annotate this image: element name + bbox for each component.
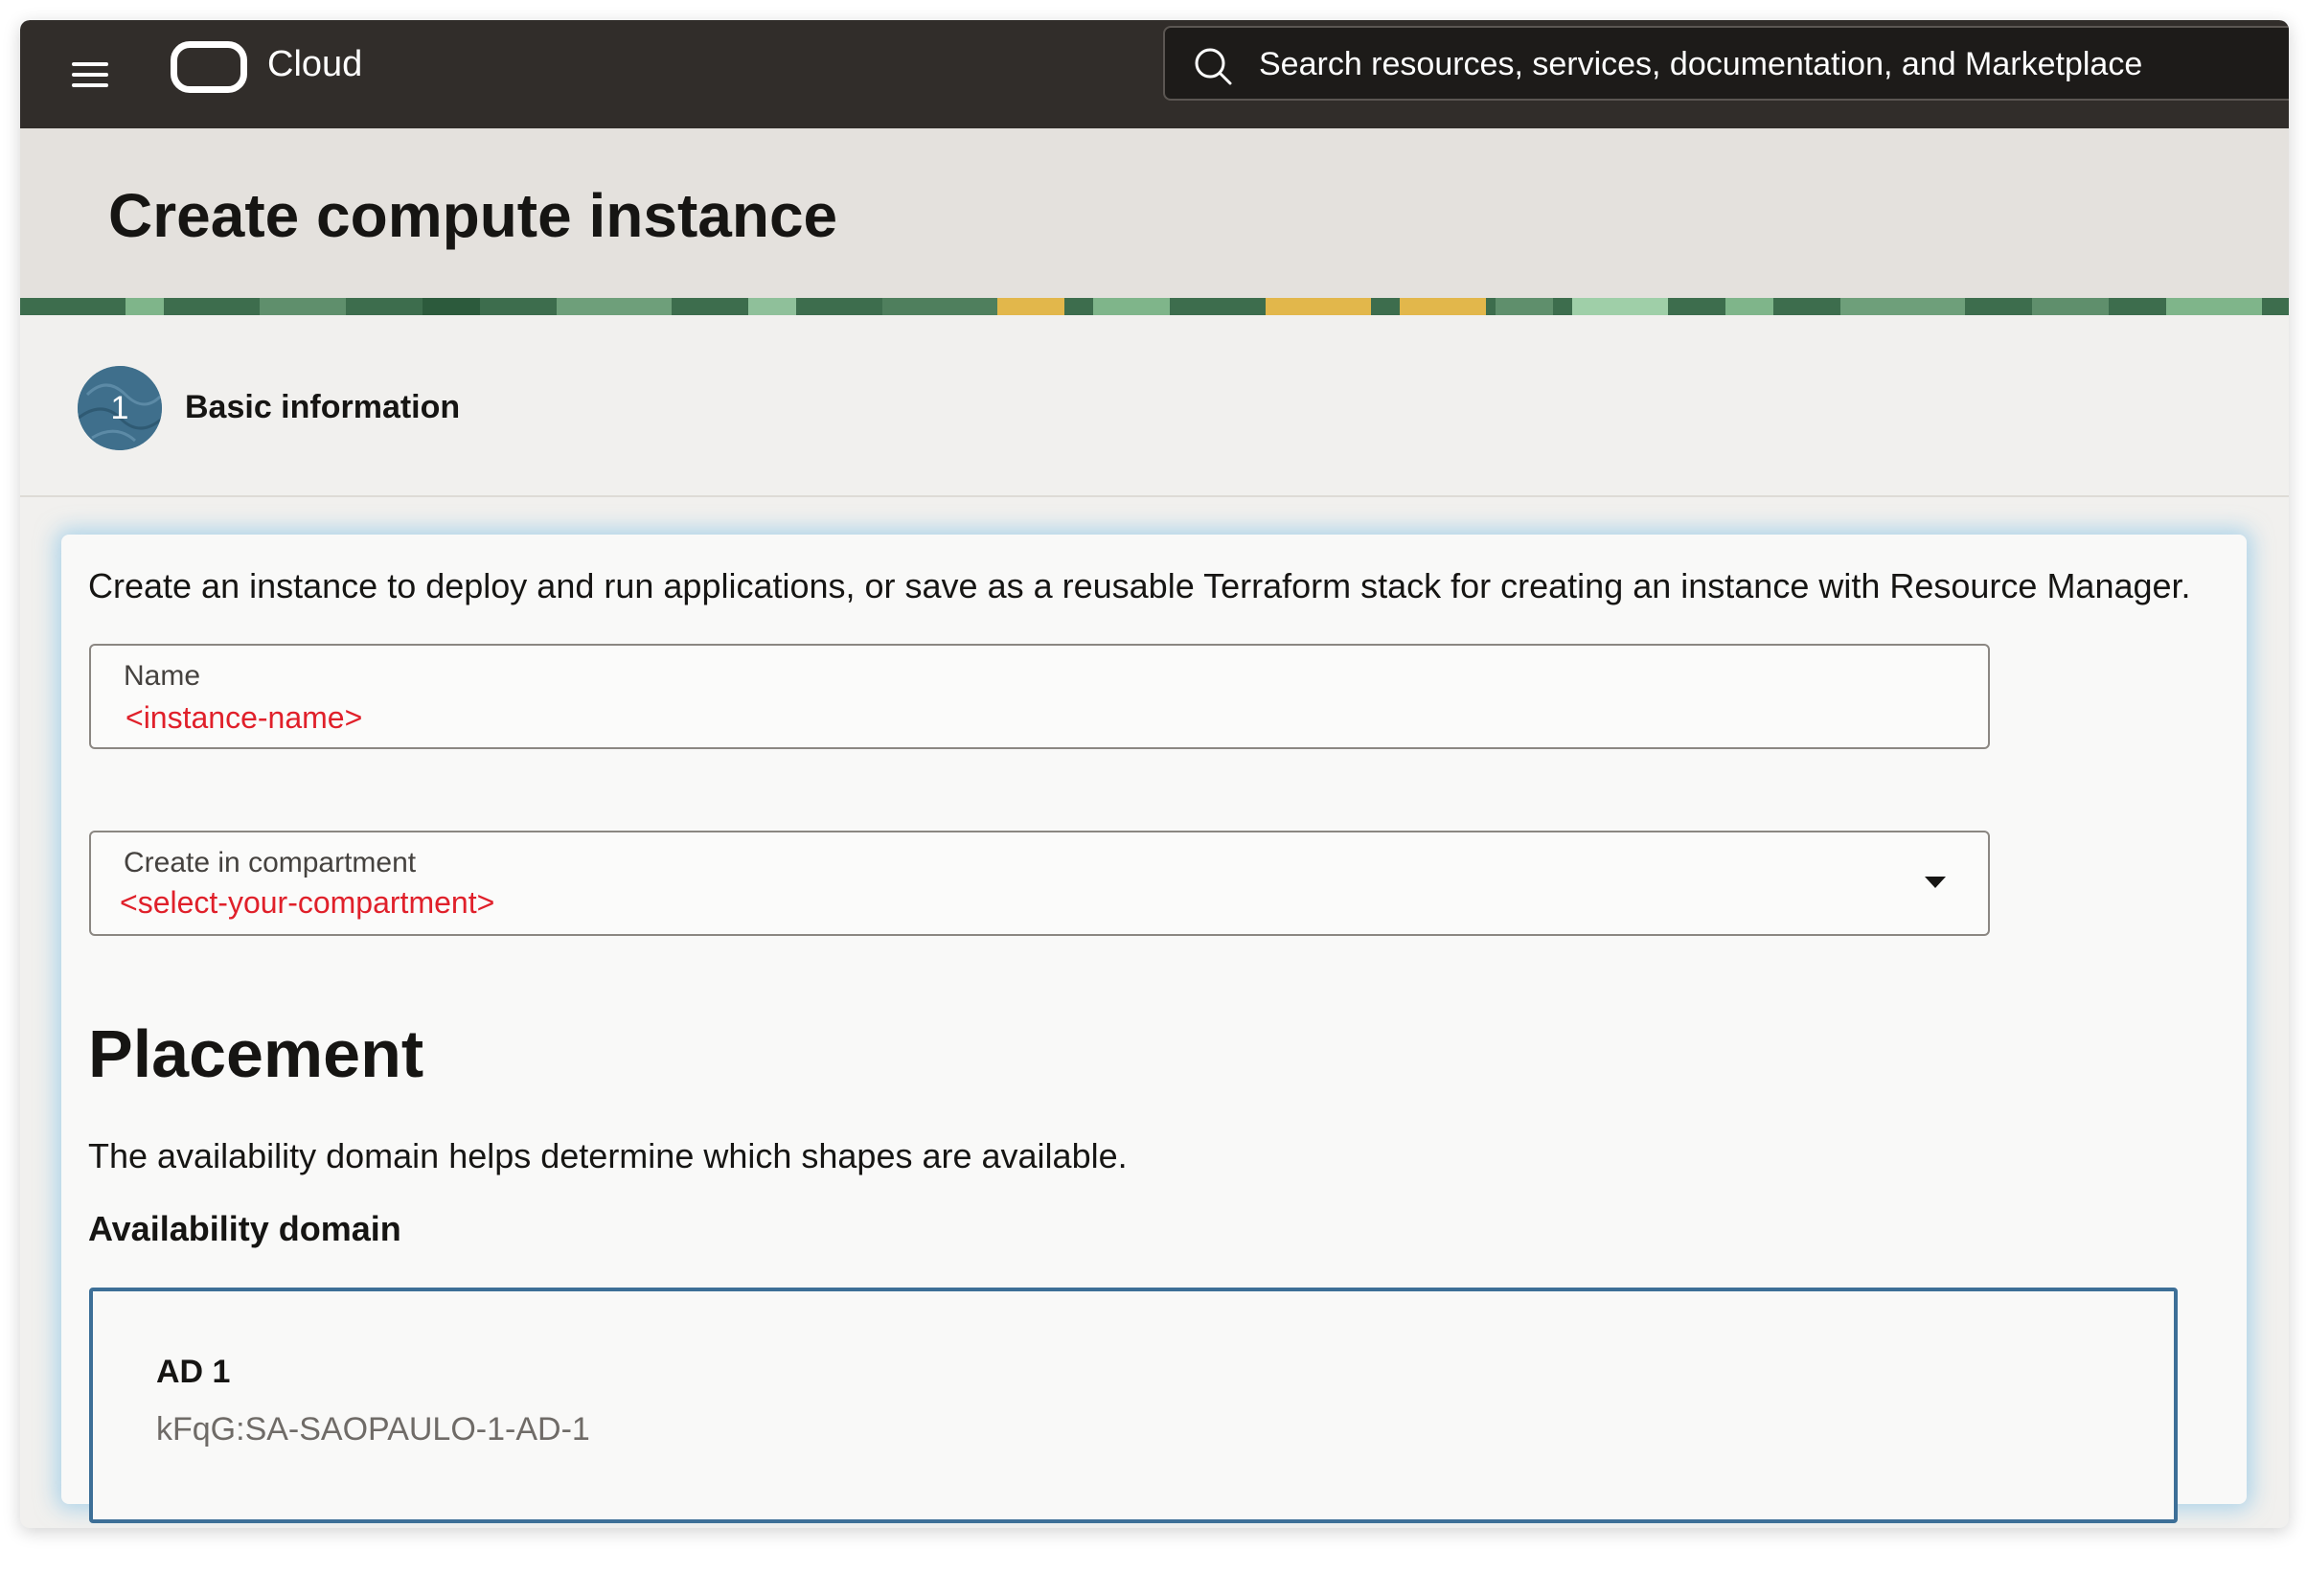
- placement-description: The availability domain helps determine …: [88, 1136, 1128, 1175]
- search-bar[interactable]: Search resources, services, documentatio…: [1163, 26, 2289, 101]
- intro-text: Create an instance to deploy and run app…: [88, 566, 2191, 605]
- availability-domain-option[interactable]: AD 1 kFqG:SA-SAOPAULO-1-AD-1: [89, 1288, 2178, 1523]
- name-field-label: Name: [124, 660, 201, 692]
- decorative-banner: [20, 298, 2289, 315]
- availability-domain-id: kFqG:SA-SAOPAULO-1-AD-1: [156, 1411, 590, 1448]
- compartment-field-label: Create in compartment: [124, 847, 417, 878]
- console-window: Cloud Search resources, services, docume…: [20, 20, 2289, 1528]
- wizard-step-header: 1 Basic information: [20, 315, 2289, 497]
- oracle-logo-icon[interactable]: [171, 41, 247, 93]
- search-icon: [1195, 48, 1232, 85]
- availability-domain-name: AD 1: [156, 1354, 231, 1390]
- step-number: 1: [110, 390, 129, 426]
- name-input[interactable]: <instance-name>: [126, 699, 362, 736]
- basic-information-panel: Create an instance to deploy and run app…: [61, 535, 2247, 1523]
- brand-name[interactable]: Cloud: [267, 43, 362, 87]
- top-nav-bar: Cloud Search resources, services, docume…: [20, 20, 2289, 128]
- banner-pattern-icon: [20, 298, 2289, 315]
- search-input[interactable]: Search resources, services, documentatio…: [1259, 45, 2142, 84]
- step-label[interactable]: Basic information: [185, 388, 460, 427]
- compartment-select[interactable]: Create in compartment <select-your-compa…: [89, 831, 1990, 936]
- availability-domain-label: Availability domain: [88, 1209, 401, 1248]
- page-title: Create compute instance: [108, 181, 838, 250]
- compartment-value[interactable]: <select-your-compartment>: [120, 884, 494, 921]
- step-indicator[interactable]: 1: [78, 366, 162, 450]
- name-field[interactable]: Name <instance-name>: [89, 644, 1990, 749]
- placement-heading: Placement: [88, 1016, 424, 1091]
- chevron-down-icon[interactable]: [1925, 877, 1946, 888]
- page-header: Create compute instance: [20, 128, 2289, 298]
- menu-icon[interactable]: [72, 55, 112, 95]
